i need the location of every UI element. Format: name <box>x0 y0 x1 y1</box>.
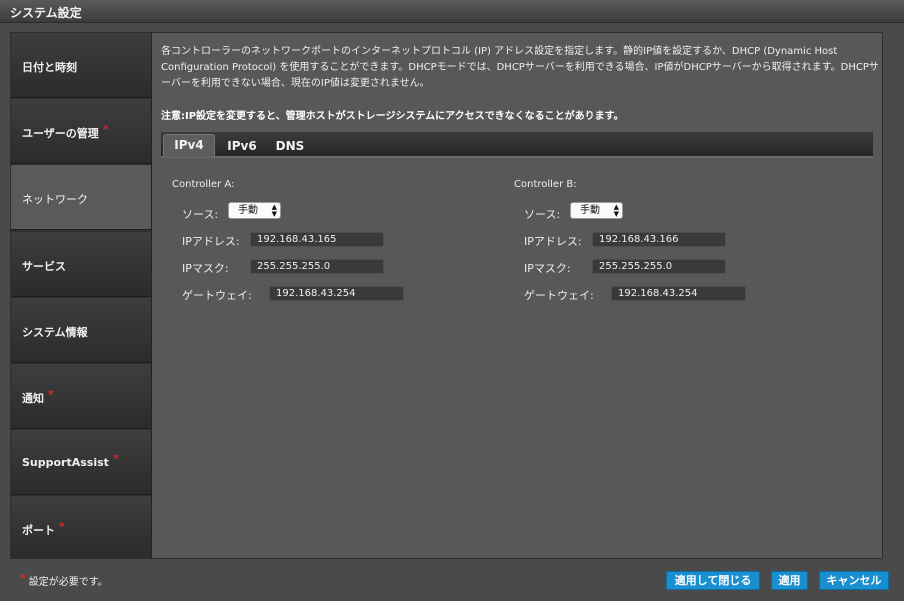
required-note-text: 設定が必要です。 <box>28 577 108 588</box>
window-titlebar: システム設定 <box>0 0 904 23</box>
controller-b-gateway-label: ゲートウェイ: <box>524 289 594 302</box>
controller-a-source-value: 手動 <box>238 205 258 216</box>
apply-button[interactable]: 適用 <box>771 571 808 590</box>
sidebar-item-label: 日付と時刻 <box>22 61 77 74</box>
sidebar-item-label: ユーザーの管理 * <box>22 123 109 140</box>
required-mark: * <box>20 572 26 585</box>
controller-a-mask-label: IPマスク: <box>182 262 229 275</box>
tab-ipv6[interactable]: IPv6 <box>221 136 263 158</box>
sidebar-item-label: 通知 * <box>22 388 54 405</box>
tab-ipv4[interactable]: IPv4 <box>163 134 215 157</box>
controller-a-gateway-field[interactable]: 192.168.43.254 <box>269 286 404 301</box>
controller-b-gateway-field[interactable]: 192.168.43.254 <box>611 286 746 301</box>
controller-b-source-select[interactable]: 手動 ▲ ▼ <box>570 202 623 219</box>
required-mark: * <box>48 388 54 401</box>
controller-a-mask-field[interactable]: 255.255.255.0 <box>250 259 384 274</box>
controller-b-ip-field[interactable]: 192.168.43.166 <box>592 232 726 247</box>
sidebar-item-network[interactable]: ネットワーク <box>11 165 151 230</box>
window-title: システム設定 <box>10 6 82 20</box>
required-mark: * <box>112 452 119 465</box>
controller-b-mask-label: IPマスク: <box>524 262 571 275</box>
controller-a-title: Controller A: <box>172 179 235 190</box>
required-mark: * <box>59 520 65 533</box>
sidebar-item-notifications[interactable]: 通知 * <box>11 364 151 429</box>
tab-dns[interactable]: DNS <box>271 136 309 158</box>
sidebar-item-supportassist[interactable]: SupportAssist * <box>11 430 151 495</box>
sidebar-item-system-info[interactable]: システム情報 <box>11 298 151 363</box>
sidebar-item-date-time[interactable]: 日付と時刻 <box>11 33 151 98</box>
settings-panel: 日付と時刻 ユーザーの管理 * ネットワーク サービス システム情報 通知 * Su… <box>10 32 883 559</box>
network-settings-content: 各コントローラーのネットワークポートのインターネットプロトコル (IP) アドレ… <box>152 33 882 558</box>
sidebar-item-label: システム情報 <box>22 326 88 339</box>
apply-and-close-button[interactable]: 適用して閉じる <box>666 571 760 590</box>
controller-b-source-value: 手動 <box>580 205 600 216</box>
sidebar-item-ports[interactable]: ポート * <box>11 496 151 558</box>
controller-a-source-select[interactable]: 手動 ▲ ▼ <box>228 202 281 219</box>
sidebar-item-label: サービス <box>22 260 66 273</box>
controller-a-ip-field[interactable]: 192.168.43.165 <box>250 232 384 247</box>
controller-b-source-label: ソース: <box>524 208 561 221</box>
sidebar-item-user-management[interactable]: ユーザーの管理 * <box>11 99 151 164</box>
controller-b-ip-label: IPアドレス: <box>524 235 582 248</box>
controller-b-mask-field[interactable]: 255.255.255.0 <box>592 259 726 274</box>
controller-b-title: Controller B: <box>514 179 577 190</box>
sidebar-item-label: ネットワーク <box>22 193 88 206</box>
updown-arrows-icon: ▲ ▼ <box>613 203 619 218</box>
controller-a-ip-label: IPアドレス: <box>182 235 240 248</box>
warning-text: 注意:IP設定を変更すると、管理ホストがストレージシステムにアクセスできなくなる… <box>161 111 624 122</box>
required-mark: * <box>102 123 109 136</box>
controller-a-gateway-label: ゲートウェイ: <box>182 289 252 302</box>
cancel-button[interactable]: キャンセル <box>819 571 889 590</box>
controller-a-source-label: ソース: <box>182 208 219 221</box>
updown-arrows-icon: ▲ ▼ <box>271 203 277 218</box>
tab-bar: IPv4 IPv6 DNS <box>161 132 873 158</box>
sidebar-item-label: ポート * <box>22 520 65 537</box>
sidebar-item-label: SupportAssist * <box>22 452 119 469</box>
sidebar-item-services[interactable]: サービス <box>11 232 151 297</box>
sidebar: 日付と時刻 ユーザーの管理 * ネットワーク サービス システム情報 通知 * Su… <box>11 33 152 558</box>
description-text: 各コントローラーのネットワークポートのインターネットプロトコル (IP) アドレ… <box>161 46 879 89</box>
required-note: * 設定が必要です。 <box>20 572 108 588</box>
